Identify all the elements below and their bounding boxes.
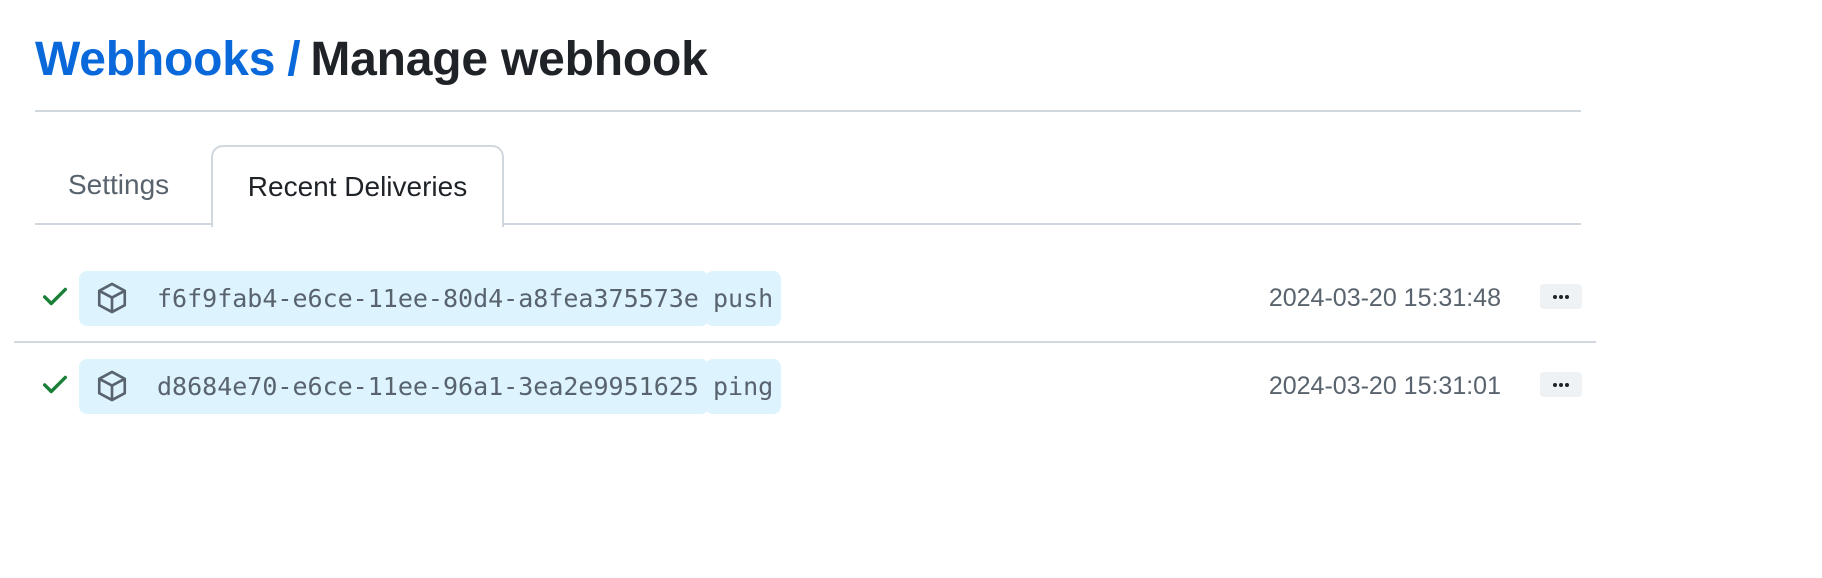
tab-recent-deliveries[interactable]: Recent Deliveries <box>211 145 504 227</box>
page-header: Webhooks / Manage webhook <box>35 0 1581 112</box>
tab-settings[interactable]: Settings <box>68 145 169 225</box>
kebab-horizontal-icon <box>1553 382 1569 387</box>
kebab-horizontal-icon <box>1553 294 1569 299</box>
delivery-guid-button[interactable]: f6f9fab4-e6ce-11ee-80d4-a8fea375573e <box>79 271 709 326</box>
delivery-timestamp: 2024-03-20 15:31:48 <box>1268 284 1501 312</box>
delivery-more-button[interactable] <box>1540 284 1582 309</box>
delivery-event-label: push <box>705 271 782 326</box>
delivery-row[interactable]: d8684e70-e6ce-11ee-96a1-3ea2e9951625 pin… <box>14 343 1596 431</box>
delivery-event-label: ping <box>705 359 782 414</box>
breadcrumb-current: Manage webhook <box>310 33 708 86</box>
webhook-tabs: Settings Recent Deliveries <box>35 145 1581 227</box>
check-icon <box>43 287 67 306</box>
delivery-more-button[interactable] <box>1540 372 1582 397</box>
page-title: Webhooks / Manage webhook <box>35 32 708 88</box>
manage-webhook-page: Webhooks / Manage webhook Settings Recent … <box>0 0 1822 578</box>
delivery-guid: f6f9fab4-e6ce-11ee-80d4-a8fea375573e <box>157 284 699 313</box>
breadcrumb-webhooks-link[interactable]: Webhooks <box>35 33 275 86</box>
package-icon <box>97 282 127 314</box>
delivery-guid-button[interactable]: d8684e70-e6ce-11ee-96a1-3ea2e9951625 <box>79 359 709 414</box>
package-icon <box>97 370 127 402</box>
delivery-timestamp: 2024-03-20 15:31:01 <box>1268 372 1501 400</box>
check-icon <box>43 375 67 394</box>
delivery-guid: d8684e70-e6ce-11ee-96a1-3ea2e9951625 <box>157 372 699 401</box>
delivery-row[interactable]: f6f9fab4-e6ce-11ee-80d4-a8fea375573e pus… <box>14 255 1596 343</box>
breadcrumb-separator: / <box>287 33 301 86</box>
